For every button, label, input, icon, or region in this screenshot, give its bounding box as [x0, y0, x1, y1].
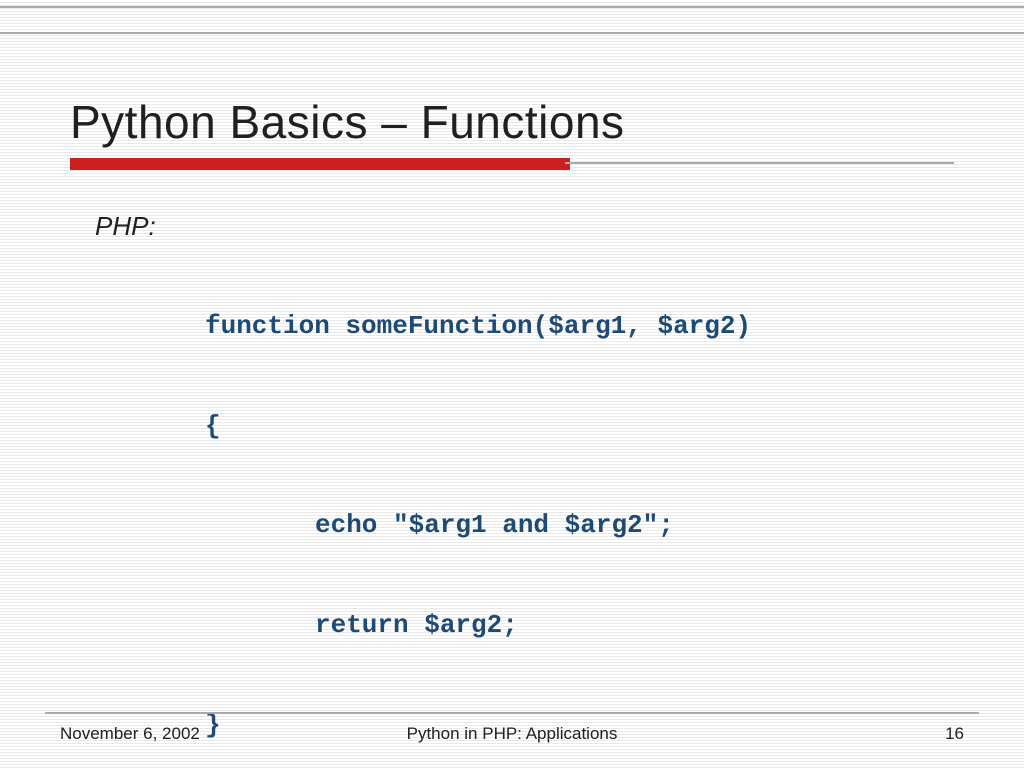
top-decoration-lines — [0, 6, 1024, 34]
php-code-line: return $arg2; — [205, 609, 954, 642]
title-underline-red — [70, 158, 570, 170]
php-label: PHP: — [95, 210, 954, 243]
php-code-line: echo "$arg1 and $arg2"; — [205, 509, 954, 542]
footer-divider — [45, 712, 979, 714]
php-code-line: { — [205, 410, 954, 443]
title-underline-grey — [565, 162, 954, 164]
slide-title: Python Basics – Functions — [70, 95, 625, 149]
php-code-block: function someFunction($arg1, $arg2) { ec… — [205, 243, 954, 768]
slide-footer: November 6, 2002 Python in PHP: Applicat… — [60, 724, 964, 744]
php-code-line: function someFunction($arg1, $arg2) — [205, 310, 954, 343]
slide-content: PHP: function someFunction($arg1, $arg2)… — [95, 210, 954, 768]
footer-title: Python in PHP: Applications — [60, 724, 964, 744]
